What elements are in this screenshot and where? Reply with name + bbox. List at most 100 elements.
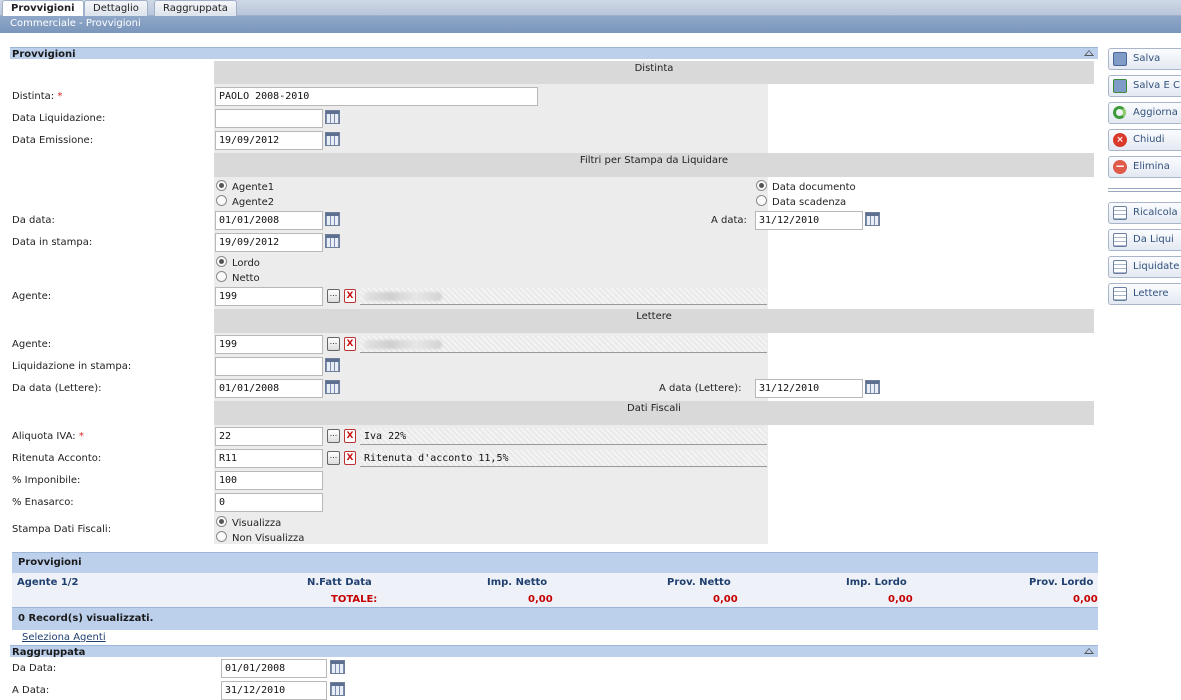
a-data-lettere-input[interactable]: 31/12/2010 (755, 379, 863, 398)
section-header-raggruppata[interactable]: Raggruppata (10, 645, 1098, 658)
clear-button[interactable]: X (344, 337, 356, 351)
visualizza-label: Visualizza (232, 518, 282, 529)
clear-button[interactable]: X (344, 429, 356, 443)
liquidazione-stampa-input[interactable] (215, 357, 323, 376)
lookup-button[interactable]: ... (327, 429, 340, 443)
collapse-icon[interactable] (1084, 50, 1094, 56)
data-liquidazione-input[interactable] (215, 109, 323, 128)
total-prov-netto: 0,00 (713, 594, 738, 605)
data-documento-radio[interactable] (756, 180, 767, 191)
column-header-nfatt-data[interactable]: N.Fatt Data (307, 577, 372, 588)
calendar-icon[interactable] (325, 380, 340, 394)
a-data-lettere-label: A data (Lettere): (659, 383, 742, 394)
column-header-prov-netto[interactable]: Prov. Netto (667, 577, 731, 588)
lookup-button[interactable]: ... (327, 451, 340, 465)
grid-title-bar: Provvigioni (12, 552, 1098, 573)
raggruppata-da-data-label: Da Data: (12, 663, 57, 674)
tab-raggruppata[interactable]: Raggruppata (154, 0, 237, 16)
lordo-radio[interactable] (216, 256, 227, 267)
redacted-name (364, 291, 442, 301)
ritenuta-label: Ritenuta Acconto: (12, 453, 102, 464)
lettere-agente-label: Agente: (12, 339, 52, 350)
calendar-icon[interactable] (865, 380, 880, 394)
netto-radio[interactable] (216, 271, 227, 282)
netto-label: Netto (232, 273, 260, 284)
salva-button[interactable]: Salva (1108, 48, 1181, 70)
imponibile-input[interactable]: 100 (215, 471, 323, 490)
clear-button[interactable]: X (344, 451, 356, 465)
chiudi-button[interactable]: × Chiudi (1108, 129, 1181, 151)
data-scadenza-label: Data scadenza (772, 197, 847, 208)
column-header-imp-lordo[interactable]: Imp. Lordo (846, 577, 907, 588)
tab-provvigioni[interactable]: Provvigioni (2, 0, 84, 16)
group-header-dati-fiscali: Dati Fiscali (214, 401, 1094, 425)
lookup-button[interactable]: ... (327, 289, 340, 303)
da-liquidare-button[interactable]: Da Liqui (1108, 229, 1181, 251)
grid-icon (1113, 206, 1127, 220)
imponibile-label: % Imponibile: (12, 475, 81, 486)
ritenuta-input[interactable]: R11 (215, 449, 323, 468)
distinta-input[interactable]: PAOLO 2008-2010 (215, 87, 538, 106)
aliquota-iva-input[interactable]: 22 (215, 427, 323, 446)
total-imp-netto: 0,00 (528, 594, 553, 605)
non-visualizza-label: Non Visualizza (232, 533, 305, 544)
chiudi-label: Chiudi (1133, 134, 1165, 145)
ricalcola-label: Ricalcola (1133, 207, 1178, 218)
lookup-button[interactable]: ... (327, 337, 340, 351)
raggruppata-da-data-input[interactable]: 01/01/2008 (221, 659, 327, 678)
da-data-lettere-label: Da data (Lettere): (12, 383, 102, 394)
grid-icon (1113, 260, 1127, 274)
seleziona-agenti-link[interactable]: Seleziona Agenti (22, 632, 106, 643)
agente-input[interactable]: 199 (215, 287, 323, 306)
data-emissione-input[interactable]: 19/09/2012 (215, 131, 323, 150)
group-header-lettere: Lettere (214, 309, 1094, 333)
data-liquidazione-label: Data Liquidazione: (12, 113, 106, 124)
non-visualizza-radio[interactable] (216, 531, 227, 542)
a-data-label: A data: (711, 215, 747, 226)
enasarco-label: % Enasarco: (12, 497, 74, 508)
floppy-plus-icon (1113, 79, 1127, 93)
calendar-icon[interactable] (325, 110, 340, 124)
lettere-agente-description (360, 336, 767, 353)
grid-header-bg (12, 573, 1098, 607)
ricalcola-button[interactable]: Ricalcola (1108, 202, 1181, 224)
salva-e-chiudi-button[interactable]: Salva E C (1108, 75, 1181, 97)
distinta-label: Distinta: * (12, 91, 63, 102)
agente1-radio[interactable] (216, 180, 227, 191)
lettere-button[interactable]: Lettere (1108, 283, 1181, 305)
calendar-icon[interactable] (325, 212, 340, 226)
da-data-input[interactable]: 01/01/2008 (215, 211, 323, 230)
grid-icon (1113, 287, 1127, 301)
salva-e-chiudi-label: Salva E C (1133, 80, 1180, 91)
column-header-prov-lordo[interactable]: Prov. Lordo (1029, 577, 1093, 588)
data-emissione-label: Data Emissione: (12, 135, 94, 146)
data-scadenza-radio[interactable] (756, 195, 767, 206)
collapse-icon[interactable] (1084, 648, 1094, 654)
data-in-stampa-input[interactable]: 19/09/2012 (215, 233, 323, 252)
raggruppata-a-data-input[interactable]: 31/12/2010 (221, 681, 327, 700)
records-count-bar: 0 Record(s) visualizzati. (12, 607, 1098, 630)
liquidate-button[interactable]: Liquidate (1108, 256, 1181, 278)
grid-icon (1113, 233, 1127, 247)
enasarco-input[interactable]: 0 (215, 493, 323, 512)
calendar-icon[interactable] (330, 682, 345, 696)
column-header-agente[interactable]: Agente 1/2 (17, 577, 78, 588)
visualizza-radio[interactable] (216, 516, 227, 527)
calendar-icon[interactable] (330, 660, 345, 674)
a-data-input[interactable]: 31/12/2010 (755, 211, 863, 230)
aggiorna-button[interactable]: Aggiorna (1108, 102, 1181, 124)
calendar-icon[interactable] (325, 132, 340, 146)
column-header-imp-netto[interactable]: Imp. Netto (487, 577, 547, 588)
data-in-stampa-label: Data in stampa: (12, 237, 93, 248)
lettere-agente-input[interactable]: 199 (215, 335, 323, 354)
elimina-button[interactable]: − Elimina (1108, 156, 1181, 178)
calendar-icon[interactable] (325, 358, 340, 372)
redacted-name (364, 339, 442, 349)
da-data-lettere-input[interactable]: 01/01/2008 (215, 379, 323, 398)
calendar-icon[interactable] (325, 234, 340, 248)
clear-button[interactable]: X (344, 289, 356, 303)
tab-dettaglio[interactable]: Dettaglio (84, 0, 148, 16)
section-header-provvigioni[interactable]: Provvigioni (10, 47, 1098, 60)
agente2-radio[interactable] (216, 195, 227, 206)
calendar-icon[interactable] (865, 212, 880, 226)
